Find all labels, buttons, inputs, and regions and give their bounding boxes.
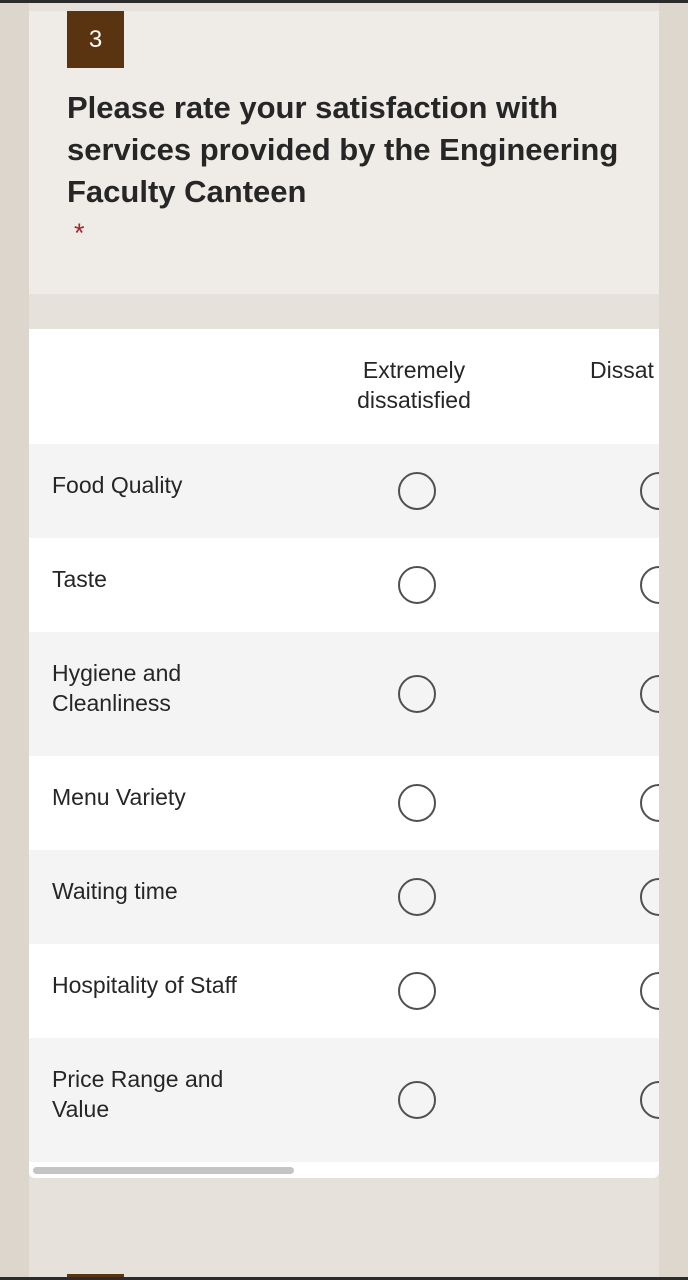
matrix-row-hygiene: Hygiene and Cleanliness bbox=[29, 632, 659, 756]
radio-hospitality-dissatisfied[interactable] bbox=[640, 972, 659, 1010]
row-label: Food Quality bbox=[52, 472, 183, 498]
radio-waiting-time-extremely-dissatisfied[interactable] bbox=[398, 878, 436, 916]
row-label: Hygiene and Cleanliness bbox=[52, 660, 182, 716]
row-label: Menu Variety bbox=[52, 784, 186, 810]
horizontal-scrollbar-thumb[interactable] bbox=[33, 1167, 294, 1174]
radio-taste-extremely-dissatisfied[interactable] bbox=[398, 566, 436, 604]
radio-hygiene-extremely-dissatisfied[interactable] bbox=[398, 675, 436, 713]
column-header-extremely-dissatisfied: Extremely dissatisfied bbox=[357, 357, 471, 413]
matrix-row-waiting-time: Waiting time bbox=[29, 850, 659, 944]
question-card: 3 Please rate your satisfaction with ser… bbox=[29, 11, 659, 294]
required-asterisk: * bbox=[74, 218, 85, 248]
row-label: Hospitality of Staff bbox=[52, 972, 237, 998]
radio-menu-variety-extremely-dissatisfied[interactable] bbox=[398, 784, 436, 822]
question-title: Please rate your satisfaction with servi… bbox=[67, 90, 619, 209]
row-label: Waiting time bbox=[52, 878, 178, 904]
radio-waiting-time-dissatisfied[interactable] bbox=[640, 878, 659, 916]
question-number-badge: 3 bbox=[67, 11, 124, 68]
radio-price-range-extremely-dissatisfied[interactable] bbox=[398, 1081, 436, 1119]
radio-hospitality-extremely-dissatisfied[interactable] bbox=[398, 972, 436, 1010]
row-label: Taste bbox=[52, 566, 107, 592]
rating-matrix: Extremely dissatisfied Dissat Food Qualit… bbox=[29, 329, 659, 1178]
background-right bbox=[659, 3, 688, 1277]
radio-food-quality-extremely-dissatisfied[interactable] bbox=[398, 472, 436, 510]
radio-taste-dissatisfied[interactable] bbox=[640, 566, 659, 604]
column-header-dissatisfied: Dissat bbox=[590, 357, 654, 383]
matrix-row-menu-variety: Menu Variety bbox=[29, 756, 659, 850]
matrix-row-taste: Taste bbox=[29, 538, 659, 632]
radio-price-range-dissatisfied[interactable] bbox=[640, 1081, 659, 1119]
radio-food-quality-dissatisfied[interactable] bbox=[640, 472, 659, 510]
top-status-edge bbox=[0, 0, 688, 3]
matrix-row-hospitality: Hospitality of Staff bbox=[29, 944, 659, 1038]
row-label: Price Range and Value bbox=[52, 1066, 224, 1122]
background-left bbox=[0, 3, 29, 1277]
radio-menu-variety-dissatisfied[interactable] bbox=[640, 784, 659, 822]
radio-hygiene-dissatisfied[interactable] bbox=[640, 675, 659, 713]
matrix-row-food-quality: Food Quality bbox=[29, 444, 659, 538]
matrix-row-price-range: Price Range and Value bbox=[29, 1038, 659, 1162]
